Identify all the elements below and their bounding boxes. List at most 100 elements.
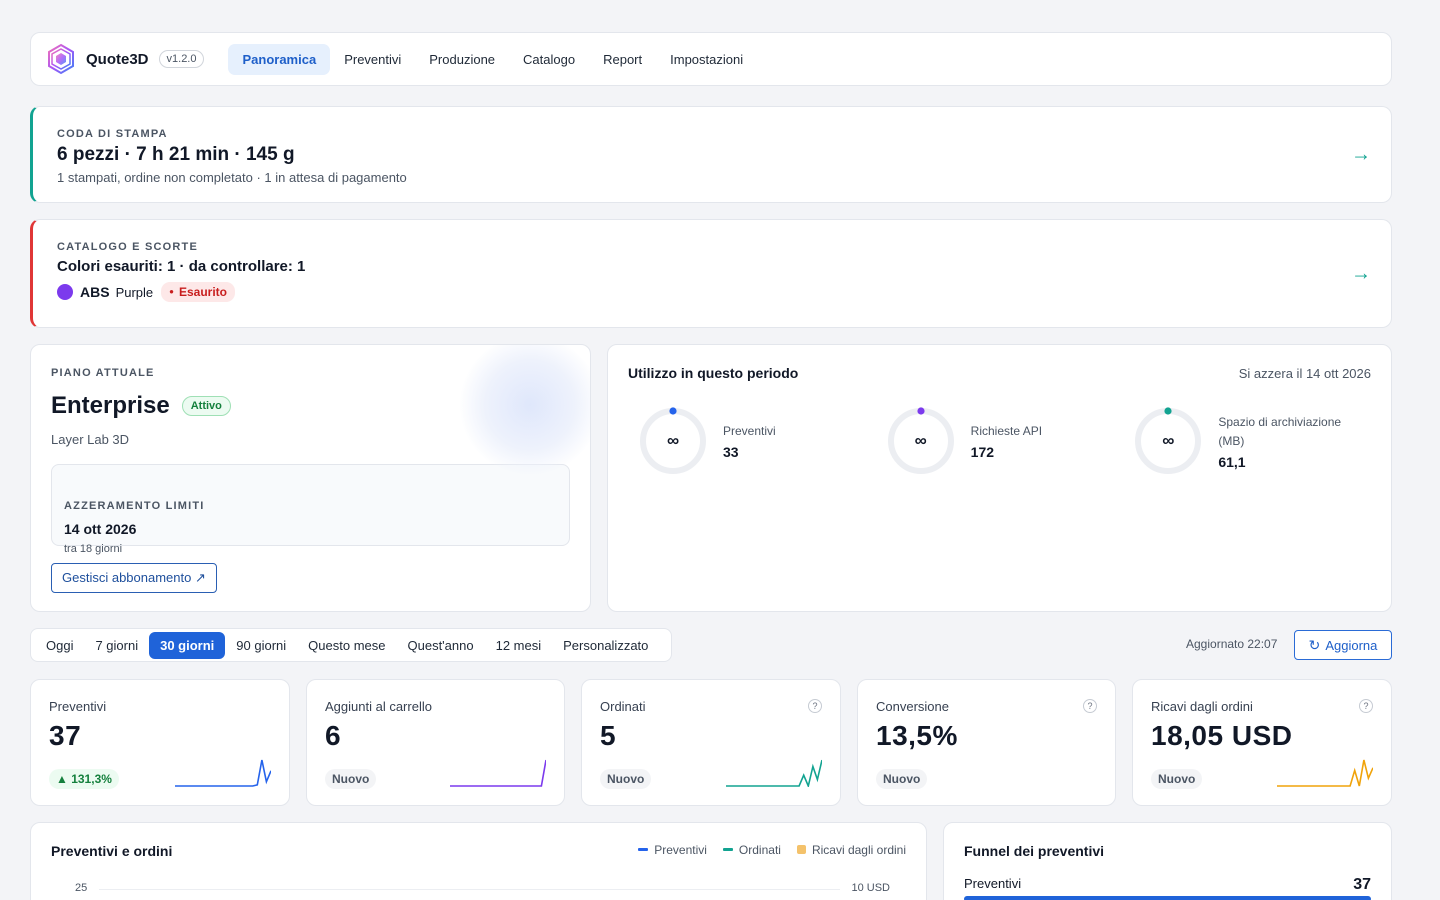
funnel-step-value: 37 [1353,876,1371,893]
out-of-stock-badge: Esaurito [161,282,235,302]
app-name: Quote3D [86,50,149,68]
kpi-value: 37 [49,720,82,751]
quotes-orders-chart-card: Preventivi e ordini Preventivi Ordinati Ri… [30,822,927,900]
sparkline-path [175,759,271,787]
legend-swatch [638,848,649,851]
usage-meter-value: 61,1 [1218,453,1246,470]
usage-meter-label: Richieste API [970,424,1043,438]
help-icon[interactable]: ? [1083,699,1097,713]
legend-label: Ordinati [738,843,781,857]
chart-legend: Preventivi Ordinati Ricavi dagli ordini [638,843,906,857]
plan-status-badge: Attivo [181,396,231,416]
manage-subscription-button[interactable]: Gestisci abbonamento ↗ [51,563,217,593]
sparkline-path [450,759,546,787]
plan-name: Enterprise [51,392,170,419]
kpi-label: Ordinati [600,699,646,714]
usage-ring-icon: ∞ [887,407,955,475]
stock-item: ABS Purple Esaurito [57,282,1367,302]
limits-reset-date: 14 ott 2026 [64,521,137,537]
sparkline-path [1277,759,1373,787]
nav-tab-panoramica[interactable]: Panoramica [228,43,331,75]
legend-label: Ricavi dagli ordini [811,843,906,857]
stock-summary: Colori esauriti: 1 · da controllare: 1 [57,258,306,275]
kpi-label: Conversione [876,699,949,714]
period-tab-12-mesi[interactable]: 12 mesi [485,632,553,659]
arrow-right-icon[interactable]: → [1351,143,1371,166]
kpi-card-ordinati: Ordinati? 5 Nuovo [581,679,841,806]
kpi-value: 18,05 USD [1151,720,1293,751]
usage-card: Utilizzo in questo periodo Si azzera il … [607,344,1392,612]
funnel-title: Funnel dei preventivi [964,843,1105,859]
material-name: ABS [80,284,110,300]
nav-tab-preventivi[interactable]: Preventivi [330,44,415,75]
main-nav: Panoramica Preventivi Produzione Catalogo Re… [228,43,757,75]
kpi-sparkline [1277,759,1373,787]
usage-ring-icon: ∞ [1134,407,1202,475]
period-tab-questo-mese[interactable]: Questo mese [297,632,396,659]
sparkline-path [726,759,822,787]
period-tab-quest-anno[interactable]: Quest'anno [397,632,485,659]
kpi-card-aggiunti-al-carrello: Aggiunti al carrello 6 Nuovo [306,679,565,806]
top-navigation-bar: Quote3D v1.2.0 Panoramica Preventivi Produ… [30,32,1392,86]
kpi-label: Preventivi [49,699,107,714]
usage-ring-icon: ∞ [639,407,707,475]
usage-meter-value: 33 [723,444,739,460]
kpi-sparkline [726,759,822,787]
funnel-step-label: Preventivi [964,876,1022,891]
usage-meter-spazio-di-archiviazione-mb: ∞ Spazio di archiviazione (MB) 61,1 [1123,407,1371,475]
kpi-value: 5 [600,720,617,751]
print-queue-eyebrow: CODA DI STAMPA [57,128,168,140]
period-tab-30-giorni[interactable]: 30 giorni [149,631,226,659]
nav-tab-catalogo[interactable]: Catalogo [509,44,589,75]
refresh-button[interactable]: ↻ Aggiorna [1294,630,1392,660]
kpi-card-ricavi-dagli-ordini: Ricavi dagli ordini? 18,05 USD Nuovo [1132,679,1392,806]
kpi-trend-badge: Nuovo [876,769,928,789]
kpi-value: 6 [325,720,342,751]
arrow-right-icon[interactable]: → [1351,262,1371,285]
print-queue-detail: 1 stampati, ordine non completato · 1 in… [57,170,407,185]
kpi-trend-badge: Nuovo [600,769,652,789]
nav-tab-produzione[interactable]: Produzione [415,44,509,75]
usage-meter-label: Spazio di archiviazione (MB) [1218,414,1342,448]
refresh-icon: ↻ [1308,636,1321,653]
unlimited-icon: ∞ [914,431,927,450]
legend-item-ricavi-dagli-ordini[interactable]: Ricavi dagli ordini [796,843,906,857]
help-icon[interactable]: ? [808,699,822,713]
usage-meter-value: 172 [970,444,995,460]
usage-meter-preventivi: ∞ Preventivi 33 [628,407,876,475]
usage-reset-note: Si azzera il 14 ott 2026 [1238,365,1371,381]
kpi-trend-badge: Nuovo [325,769,377,789]
quotes-funnel-card: Funnel dei preventivi Preventivi 37 [943,822,1392,900]
kpi-sparkline [450,759,546,787]
refresh-label: Aggiorna [1325,637,1378,653]
legend-item-ordinati[interactable]: Ordinati [722,843,781,857]
legend-item-preventivi[interactable]: Preventivi [638,843,707,857]
y-axis-left-tick: 25 [75,882,88,894]
version-badge: v1.2.0 [158,50,205,68]
kpi-label: Ricavi dagli ordini [1151,699,1253,714]
kpi-label: Aggiunti al carrello [325,699,432,714]
decorative-glow [460,345,590,475]
kpi-trend-badge: Nuovo [1151,769,1203,789]
quote3d-logo-icon[interactable] [45,43,77,75]
y-axis-right-tick: 10 USD [851,882,890,894]
usage-meter-label: Preventivi [723,424,776,438]
kpi-card-preventivi: Preventivi 37 ▲ 131,3% [30,679,290,806]
help-icon[interactable]: ? [1359,699,1373,713]
limits-reset-eyebrow: AZZERAMENTO LIMITI [64,500,205,512]
nav-tab-report[interactable]: Report [589,44,656,75]
usage-title: Utilizzo in questo periodo [628,365,799,381]
period-tab-oggi[interactable]: Oggi [35,632,84,659]
print-queue-card[interactable]: CODA DI STAMPA 6 pezzi · 7 h 21 min · 14… [30,106,1392,203]
usage-meter-richieste-api: ∞ Richieste API 172 [876,407,1124,475]
period-tab-90-giorni[interactable]: 90 giorni [225,632,297,659]
unlimited-icon: ∞ [666,431,680,450]
legend-swatch [722,848,733,851]
legend-swatch [796,845,806,854]
catalog-stock-card[interactable]: CATALOGO E SCORTE Colori esauriti: 1 · d… [30,219,1392,328]
color-name: Purple [115,284,154,300]
current-plan-card: PIANO ATTUALE Enterprise Attivo Layer La… [30,344,591,612]
nav-tab-impostazioni[interactable]: Impostazioni [656,44,757,75]
period-tab-personalizzato[interactable]: Personalizzato [552,632,659,659]
period-tab-7-giorni[interactable]: 7 giorni [84,632,149,659]
